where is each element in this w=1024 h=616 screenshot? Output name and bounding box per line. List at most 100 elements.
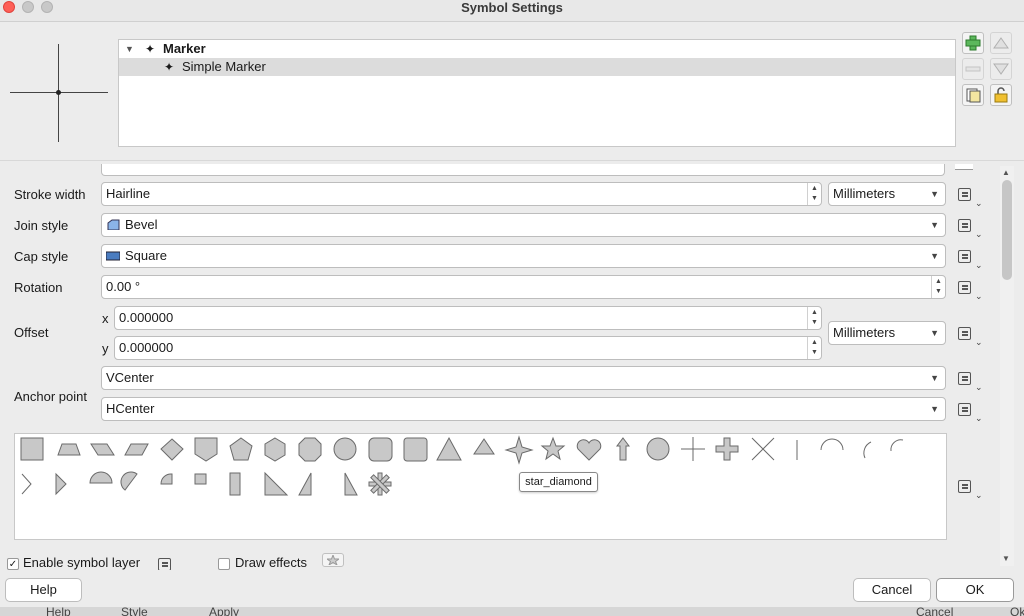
move-up-button[interactable] xyxy=(990,32,1012,54)
shape-left-half-triangle[interactable] xyxy=(298,472,312,496)
shape-rounded-square-2[interactable] xyxy=(403,437,428,462)
shape-cross[interactable] xyxy=(681,437,705,461)
join-style-select[interactable]: Bevel ▼ xyxy=(101,213,946,237)
shape-cross-fill[interactable] xyxy=(715,437,739,461)
stroke-width-value: Hairline xyxy=(106,186,151,201)
chevron-down-icon: ▼ xyxy=(930,251,939,261)
stroke-width-input[interactable]: Hairline ▲ ▼ xyxy=(101,182,822,206)
symbol-layer-tree[interactable]: ▼ ✦ Marker ✦ Simple Marker xyxy=(118,39,956,147)
shape-parallelogram-right[interactable] xyxy=(90,443,115,456)
scroll-down-icon[interactable]: ▼ xyxy=(1002,554,1010,563)
data-defined-override-button[interactable]: ⌄ xyxy=(956,370,983,392)
tree-item-marker[interactable]: ▼ ✦ Marker xyxy=(119,40,955,58)
offset-x-input[interactable]: 0.000000 ▲ ▼ xyxy=(114,306,822,330)
shape-third-circle[interactable] xyxy=(120,471,138,491)
move-down-button[interactable] xyxy=(990,58,1012,80)
marker-shape-gallery[interactable] xyxy=(14,433,947,540)
shape-circle-large[interactable] xyxy=(333,437,357,461)
shape-star-diamond[interactable] xyxy=(504,435,534,465)
shape-quarter-arc[interactable] xyxy=(890,439,904,452)
data-defined-override-button[interactable]: ⌄ xyxy=(956,279,983,301)
data-defined-override-button[interactable]: ⌄ xyxy=(956,186,983,208)
draw-effects-checkbox[interactable] xyxy=(218,558,230,570)
stroke-width-unit-select[interactable]: Millimeters ▼ xyxy=(828,182,946,206)
cancel-button[interactable]: Cancel xyxy=(853,578,931,602)
enable-symbol-layer-label: Enable symbol layer xyxy=(23,555,141,570)
shape-half-arc[interactable] xyxy=(863,441,872,459)
enable-symbol-layer-checkbox[interactable]: ✓ xyxy=(7,558,19,570)
remove-layer-button[interactable] xyxy=(962,58,984,80)
shape-asterisk-fill[interactable] xyxy=(368,472,392,496)
shape-half-square[interactable] xyxy=(229,472,241,496)
offset-unit-select[interactable]: Millimeters ▼ xyxy=(828,321,946,345)
shape-quarter-square[interactable] xyxy=(194,473,207,485)
data-defined-override-button[interactable]: ⌄ xyxy=(956,248,983,270)
offset-y-stepper[interactable]: ▲ ▼ xyxy=(807,337,821,359)
rotation-stepper[interactable]: ▲ ▼ xyxy=(931,276,945,298)
shape-triangle-small[interactable] xyxy=(473,438,495,455)
shape-arrowhead[interactable] xyxy=(21,473,32,495)
effects-settings-button[interactable] xyxy=(322,553,344,567)
join-style-label: Join style xyxy=(14,218,69,233)
offset-x-value: 0.000000 xyxy=(119,310,174,325)
offset-x-label: x xyxy=(102,311,109,326)
shape-heart[interactable] xyxy=(576,439,602,461)
lock-layer-button[interactable] xyxy=(990,84,1012,106)
hidden-field-above xyxy=(101,164,945,176)
shape-octagon[interactable] xyxy=(298,437,322,462)
data-defined-override-button[interactable]: ⌄ xyxy=(956,478,983,500)
hidden-button-above xyxy=(955,164,973,170)
shape-circle[interactable] xyxy=(646,437,670,461)
shape-arc[interactable] xyxy=(820,438,844,451)
shape-triangle[interactable] xyxy=(436,436,462,461)
shape-rounded-square[interactable] xyxy=(368,437,393,462)
shape-half-triangle-small[interactable] xyxy=(344,472,358,496)
shape-shield[interactable] xyxy=(194,437,218,462)
shape-square[interactable] xyxy=(20,437,44,461)
bg-help-button: Help xyxy=(46,607,71,616)
cap-style-label: Cap style xyxy=(14,249,69,264)
data-defined-override-button[interactable]: ⌄ xyxy=(956,325,983,347)
shape-semi-circle[interactable] xyxy=(89,471,113,484)
horizontal-anchor-select[interactable]: HCenter ▼ xyxy=(101,397,946,421)
stroke-width-unit-value: Millimeters xyxy=(833,186,896,201)
shape-parallelogram-left[interactable] xyxy=(124,443,149,456)
scroll-up-icon[interactable]: ▲ xyxy=(1002,168,1010,177)
join-style-value: Bevel xyxy=(125,217,158,232)
triangle-up-icon xyxy=(993,37,1009,49)
offset-y-input[interactable]: 0.000000 ▲ ▼ xyxy=(114,336,822,360)
data-defined-override-button[interactable]: ⌄ xyxy=(956,401,983,423)
shape-diamond[interactable] xyxy=(160,438,184,461)
offset-x-stepper[interactable]: ▲ ▼ xyxy=(807,307,821,329)
chevron-down-icon[interactable]: ▼ xyxy=(125,40,134,58)
data-defined-override-button[interactable]: ⌄ xyxy=(956,217,983,239)
bg-apply-button: Apply xyxy=(209,607,240,616)
chevron-down-icon: ▼ xyxy=(930,373,939,383)
vertical-anchor-select[interactable]: VCenter ▼ xyxy=(101,366,946,390)
shape-star[interactable] xyxy=(540,436,566,461)
stroke-width-stepper[interactable]: ▲ ▼ xyxy=(807,183,821,205)
plus-icon xyxy=(965,35,981,51)
rotation-input[interactable]: 0.00 ° ▲ ▼ xyxy=(101,275,946,299)
chevron-down-icon: ▼ xyxy=(930,328,939,338)
vertical-anchor-value: VCenter xyxy=(106,370,154,385)
duplicate-layer-button[interactable] xyxy=(962,84,984,106)
shape-trapezoid[interactable] xyxy=(57,443,81,456)
tree-item-label: Simple Marker xyxy=(182,59,266,74)
bevel-join-icon xyxy=(107,219,120,230)
shape-quarter-circle[interactable] xyxy=(160,473,173,485)
background-window-strip: Help Style Apply Cancel Ok xyxy=(0,607,1024,616)
ok-button[interactable]: OK xyxy=(936,578,1014,602)
add-layer-button[interactable] xyxy=(962,32,984,54)
cap-style-select[interactable]: Square ▼ xyxy=(101,244,946,268)
shape-x-cross[interactable] xyxy=(751,437,775,461)
shape-arrow-up[interactable] xyxy=(616,437,630,461)
help-button[interactable]: Help xyxy=(5,578,82,602)
shape-filled-arrowhead[interactable] xyxy=(55,472,67,496)
tree-item-simple-marker[interactable]: ✦ Simple Marker xyxy=(119,58,955,76)
shape-pentagon[interactable] xyxy=(229,437,253,461)
offset-unit-value: Millimeters xyxy=(833,325,896,340)
scrollbar-thumb[interactable] xyxy=(1002,180,1012,280)
shape-right-half-triangle[interactable] xyxy=(264,471,289,496)
shape-hexagon[interactable] xyxy=(264,437,286,462)
